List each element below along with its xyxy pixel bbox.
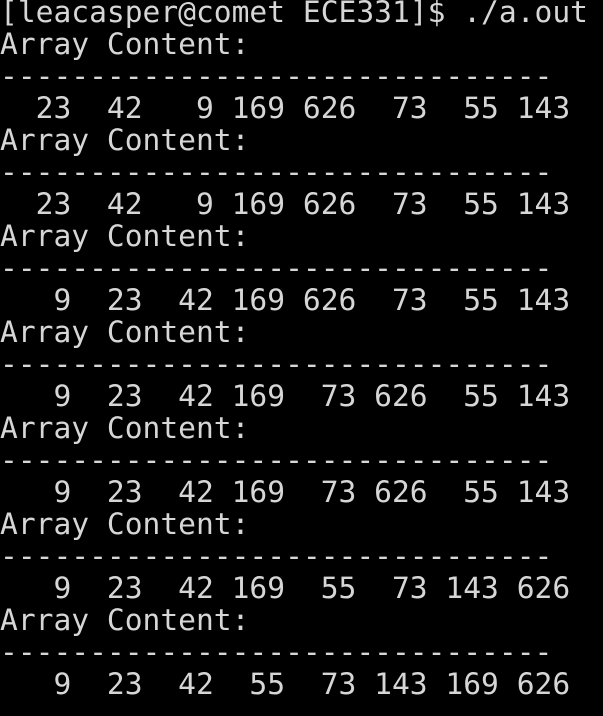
terminal-window[interactable]: [leacasper@comet ECE331]$ ./a.out Array …	[0, 0, 603, 716]
output-array-values: 9 23 42 169 73 626 55 143	[0, 476, 571, 508]
output-array-values: 9 23 42 169 626 73 55 143	[0, 284, 571, 316]
output-separator: -------------------------------	[0, 156, 553, 188]
output-array-values: 9 23 42 169 73 626 55 143	[0, 380, 571, 412]
output-heading: Array Content:	[0, 124, 250, 156]
output-array-values: 9 23 42 169 55 73 143 626	[0, 572, 571, 604]
output-array-values: 9 23 42 55 73 143 169 626	[0, 668, 571, 700]
output-array-values: 23 42 9 169 626 73 55 143	[0, 92, 571, 124]
output-heading: Array Content:	[0, 316, 250, 348]
output-separator: -------------------------------	[0, 252, 553, 284]
output-heading: Array Content:	[0, 508, 250, 540]
output-separator: -------------------------------	[0, 60, 553, 92]
output-separator: -------------------------------	[0, 636, 553, 668]
output-array-values: 23 42 9 169 626 73 55 143	[0, 188, 571, 220]
output-heading: Array Content:	[0, 604, 250, 636]
output-separator: -------------------------------	[0, 444, 553, 476]
output-heading: Array Content:	[0, 28, 250, 60]
command-prompt-line: [leacasper@comet ECE331]$ ./a.out	[0, 0, 588, 28]
output-heading: Array Content:	[0, 220, 250, 252]
output-separator: -------------------------------	[0, 348, 553, 380]
output-heading: Array Content:	[0, 412, 250, 444]
output-separator: -------------------------------	[0, 540, 553, 572]
